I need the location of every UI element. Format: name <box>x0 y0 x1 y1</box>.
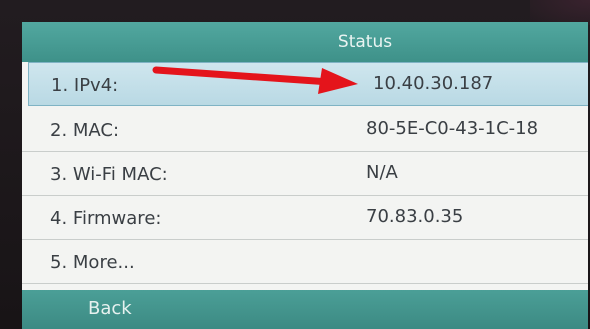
list-item-value: N/A <box>366 162 398 183</box>
title-bar: Status <box>22 22 588 62</box>
page-title: Status <box>337 32 393 52</box>
list-item-label: 4. Firmware: <box>50 208 162 229</box>
list-item-value: 10.40.30.187 <box>373 73 494 94</box>
list-item-firmware[interactable]: 4. Firmware: 70.83.0.35 <box>22 196 588 240</box>
list-item-more[interactable]: 5. More... <box>22 240 588 284</box>
list-item-label: 5. More... <box>50 252 135 273</box>
list-item-label: 3. Wi-Fi MAC: <box>50 164 168 185</box>
list-item-mac[interactable]: 2. MAC: 80-5E-C0-43-1C-18 <box>22 108 588 152</box>
list-item-label: 2. MAC: <box>50 120 120 141</box>
softkey-bar: Back <box>22 290 588 329</box>
list-item-wifi-mac[interactable]: 3. Wi-Fi MAC: N/A <box>22 152 588 196</box>
list-item-label: 1. IPv4: <box>51 75 119 96</box>
list-item-ipv4[interactable]: 1. IPv4: 10.40.30.187 <box>28 62 588 106</box>
list-item-value: 80-5E-C0-43-1C-18 <box>366 118 539 139</box>
list-item-value: 70.83.0.35 <box>366 206 464 227</box>
phone-screen: Status 1. IPv4: 10.40.30.187 2. MAC: 80-… <box>22 22 588 329</box>
back-button[interactable]: Back <box>88 298 132 319</box>
